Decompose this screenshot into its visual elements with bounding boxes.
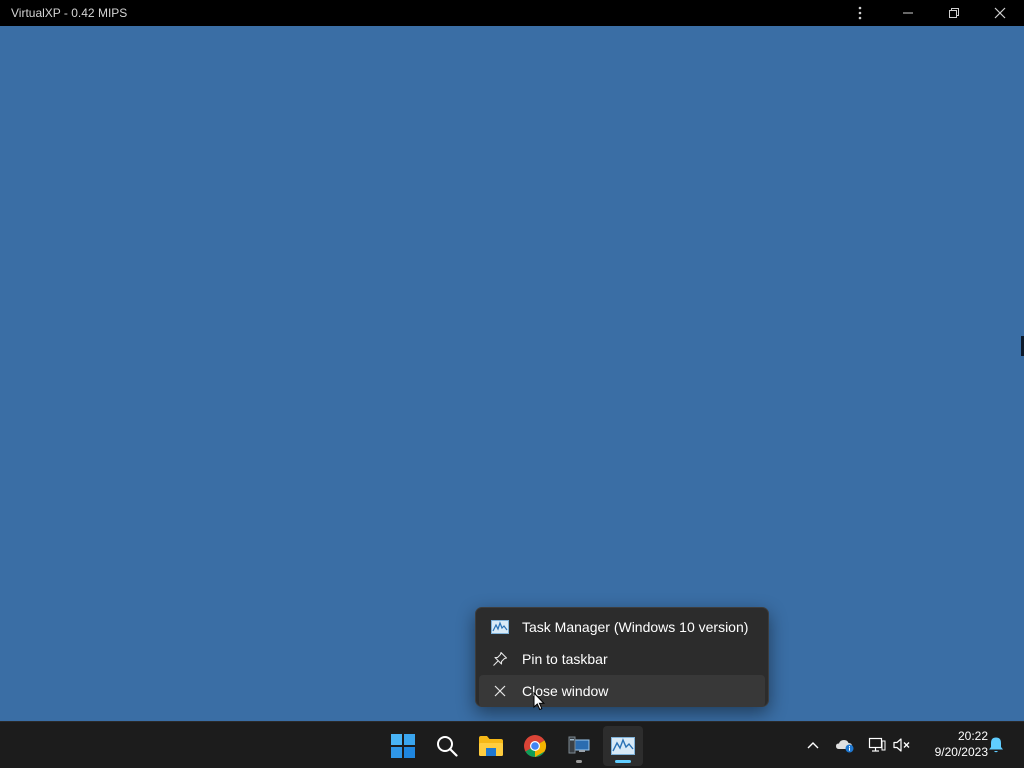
search-button[interactable] — [427, 726, 467, 766]
volume-tray-button[interactable] — [891, 734, 913, 756]
mouse-cursor-icon — [533, 692, 545, 711]
task-manager-icon — [490, 617, 510, 637]
clock-date: 9/20/2023 — [934, 745, 988, 759]
menu-item-pin-to-taskbar[interactable]: Pin to taskbar — [479, 643, 765, 675]
active-indicator — [615, 760, 631, 763]
task-manager-button[interactable] — [603, 726, 643, 766]
menu-item-task-manager[interactable]: Task Manager (Windows 10 version) — [479, 611, 765, 643]
close-icon — [490, 681, 510, 701]
running-indicator — [576, 760, 582, 763]
clock-time: 20:22 — [957, 729, 988, 743]
virtualxp-button[interactable] — [559, 726, 599, 766]
close-window-button[interactable] — [980, 0, 1020, 26]
volume-muted-icon — [893, 738, 910, 752]
folder-icon — [479, 736, 503, 756]
onedrive-icon — [836, 740, 854, 753]
start-button[interactable] — [383, 726, 423, 766]
menu-item-close-window[interactable]: Close window — [479, 675, 765, 707]
taskbar-context-menu: Task Manager (Windows 10 version) Pin to… — [475, 607, 769, 707]
minimize-icon — [903, 12, 913, 14]
task-manager-icon — [611, 737, 635, 755]
window-title: VirtualXP - 0.42 MIPS — [11, 6, 128, 20]
pin-icon — [490, 649, 510, 669]
restore-icon — [949, 8, 959, 18]
search-icon — [437, 736, 458, 757]
minimize-button[interactable] — [888, 0, 928, 26]
restore-button[interactable] — [934, 0, 974, 26]
kebab-menu-icon — [858, 6, 862, 20]
virtualxp-icon — [568, 736, 590, 754]
menu-item-label: Pin to taskbar — [522, 651, 608, 667]
chevron-up-icon — [807, 742, 819, 749]
chrome-icon — [524, 735, 547, 757]
bell-icon — [989, 737, 1003, 753]
window-titlebar: VirtualXP - 0.42 MIPS — [0, 0, 1024, 26]
windows-logo-icon — [391, 734, 415, 758]
onedrive-tray-button[interactable] — [834, 734, 856, 756]
network-tray-button[interactable] — [866, 734, 888, 756]
more-options-button[interactable] — [840, 0, 880, 26]
notifications-button[interactable] — [985, 734, 1007, 756]
chrome-button[interactable] — [515, 726, 555, 766]
menu-item-label: Task Manager (Windows 10 version) — [522, 619, 749, 635]
show-hidden-icons-button[interactable] — [802, 734, 824, 756]
file-explorer-button[interactable] — [471, 726, 511, 766]
network-icon — [868, 737, 886, 752]
close-icon — [994, 7, 1006, 19]
clock-button[interactable]: 20:22 9/20/2023 — [918, 728, 988, 760]
taskbar: 20:22 9/20/2023 — [0, 721, 1024, 768]
